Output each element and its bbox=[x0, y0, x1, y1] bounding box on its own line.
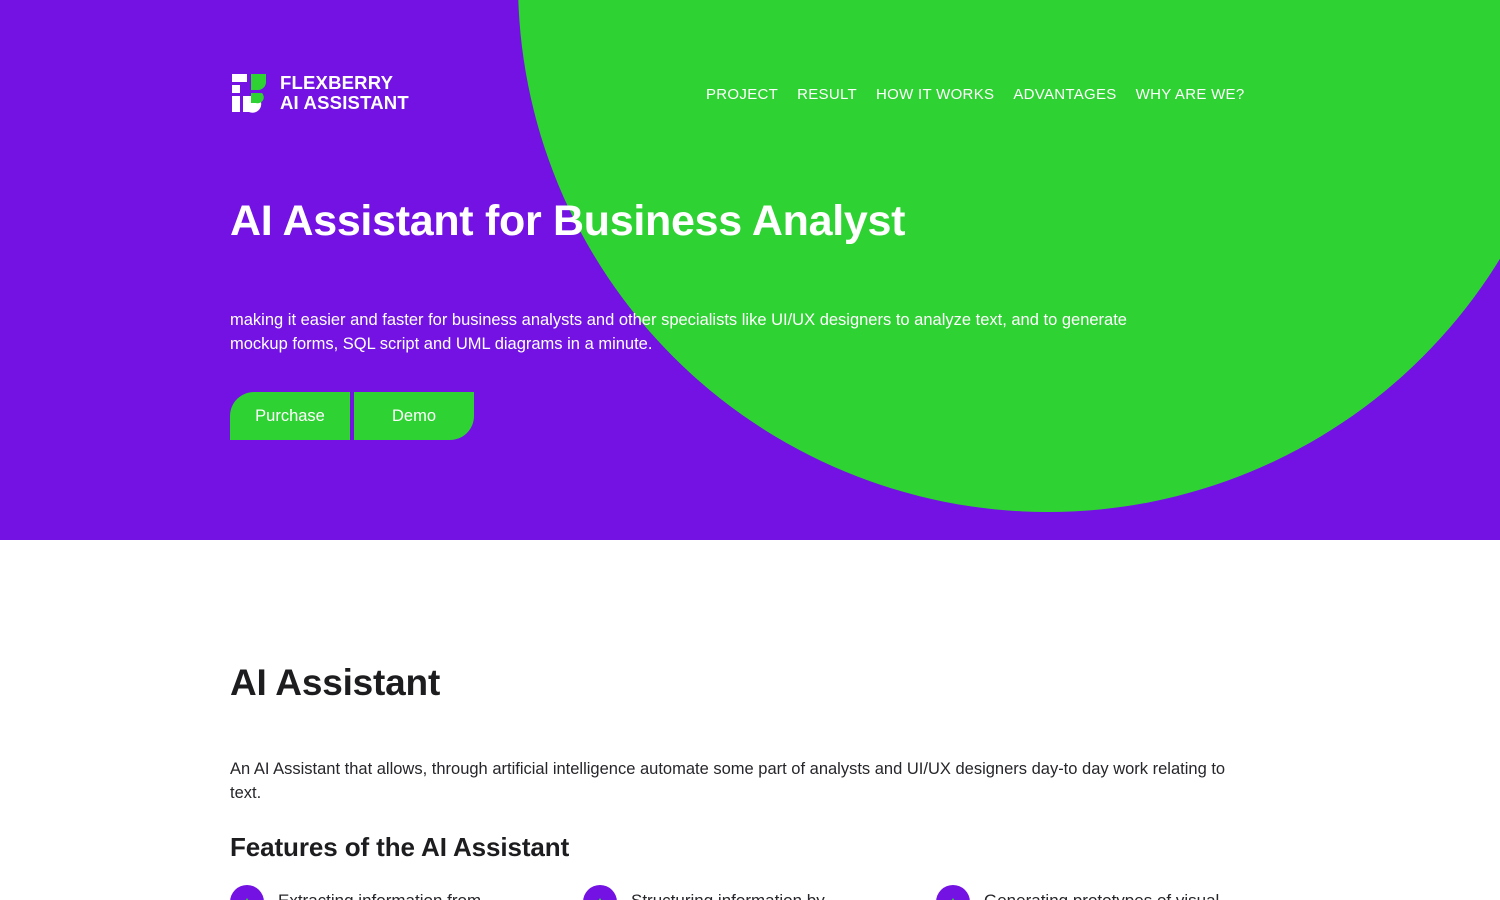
hero-section: FLEXBERRY AI ASSISTANT PROJECT RESULT HO… bbox=[0, 0, 1500, 540]
feature-label: Extracting information from bbox=[278, 890, 481, 900]
nav-item-why-are-we[interactable]: WHY ARE WE? bbox=[1136, 86, 1245, 103]
hero-title: AI Assistant for Business Analyst bbox=[230, 197, 906, 245]
nav-item-advantages[interactable]: ADVANTAGES bbox=[1013, 86, 1116, 103]
main-navigation: PROJECT RESULT HOW IT WORKS ADVANTAGES W… bbox=[706, 86, 1245, 103]
nav-item-how-it-works[interactable]: HOW IT WORKS bbox=[876, 86, 994, 103]
feature-label: Generating prototypes of visual bbox=[984, 890, 1219, 900]
site-header: FLEXBERRY AI ASSISTANT PROJECT RESULT HO… bbox=[0, 0, 1500, 160]
flexberry-logo-icon bbox=[230, 72, 268, 114]
hero-cta-group: Purchase Demo bbox=[230, 392, 474, 440]
nav-item-result[interactable]: RESULT bbox=[797, 86, 857, 103]
bullet-arrow-icon bbox=[230, 885, 264, 900]
features-list: Extracting information from Structuring … bbox=[230, 885, 1290, 900]
section-paragraph: An AI Assistant that allows, through art… bbox=[230, 760, 1226, 802]
nav-item-project[interactable]: PROJECT bbox=[706, 86, 778, 103]
feature-item: Structuring information by bbox=[583, 885, 936, 900]
ai-assistant-section: AI Assistant An AI Assistant that allows… bbox=[0, 540, 1500, 900]
demo-button[interactable]: Demo bbox=[354, 392, 474, 440]
feature-label: Structuring information by bbox=[631, 890, 825, 900]
features-heading: Features of the AI Assistant bbox=[230, 832, 570, 862]
brand-logo-link[interactable]: FLEXBERRY AI ASSISTANT bbox=[230, 72, 409, 114]
brand-name: FLEXBERRY AI ASSISTANT bbox=[280, 72, 409, 113]
feature-item: Generating prototypes of visual bbox=[936, 885, 1289, 900]
hero-subtitle: making it easier and faster for business… bbox=[230, 311, 1127, 354]
page-title: AI Assistant bbox=[230, 662, 441, 703]
purchase-button[interactable]: Purchase bbox=[230, 392, 350, 440]
bullet-arrow-icon bbox=[583, 885, 617, 900]
bullet-arrow-icon bbox=[936, 885, 970, 900]
hero-content: FLEXBERRY AI ASSISTANT PROJECT RESULT HO… bbox=[0, 0, 1500, 540]
feature-item: Extracting information from bbox=[230, 885, 583, 900]
